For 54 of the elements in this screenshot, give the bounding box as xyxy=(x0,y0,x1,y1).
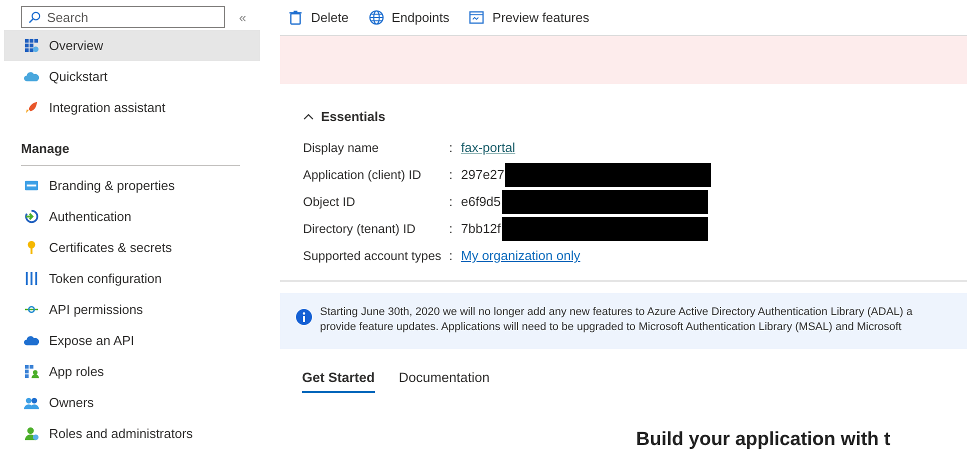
field-label: Object ID xyxy=(303,194,356,208)
essentials-toggle[interactable]: Essentials xyxy=(303,109,386,124)
sign-in-icon xyxy=(24,209,39,224)
id-value: e6f9d5 xyxy=(461,194,501,209)
trash-icon xyxy=(288,10,303,25)
nav-item[interactable]: Expose an API xyxy=(4,325,260,356)
toolbar-button[interactable]: Endpoints xyxy=(360,2,458,32)
globe-icon xyxy=(368,10,384,25)
toolbar-button[interactable]: Delete xyxy=(280,2,357,32)
nav-item[interactable]: Integration assistant xyxy=(4,92,260,123)
field-label: Supported account types xyxy=(303,248,442,262)
search-icon xyxy=(28,11,41,24)
search-field[interactable]: Search xyxy=(21,6,225,28)
nav-item[interactable]: Quickstart xyxy=(4,61,260,92)
separator: : xyxy=(449,194,454,209)
nav-item[interactable]: Branding & properties xyxy=(4,170,260,201)
grid-person-icon xyxy=(24,364,39,379)
card-icon xyxy=(24,178,39,193)
field-label: Display name xyxy=(303,140,380,154)
bars-icon xyxy=(24,271,39,286)
notice-text: Starting June 30th, 2020 we will no longer add any new features to Azure Active Directory Authentication Library (ADAL) a xyxy=(320,305,912,320)
nav-item[interactable]: App roles xyxy=(4,356,260,387)
nav-item[interactable]: Overview xyxy=(4,30,260,61)
section-heading: Manage xyxy=(20,140,70,155)
nav-item[interactable]: Token configuration xyxy=(4,263,260,294)
name-link[interactable]: fax-portal xyxy=(461,140,516,155)
cloud-icon xyxy=(24,333,39,348)
notice-text: provide feature updates. Applications will need to be upgraded to Microsoft Authentication Library (MSAL) and Microsoft xyxy=(320,320,902,335)
separator: : xyxy=(449,167,454,182)
nav-item[interactable]: Certificates & secrets xyxy=(4,232,260,263)
nav-item[interactable]: Roles and administrators xyxy=(4,418,260,449)
grid-icon xyxy=(24,38,39,53)
separator: : xyxy=(449,140,454,155)
cloud-icon xyxy=(24,69,39,84)
info-icon xyxy=(296,309,312,325)
id-value: 297e27 xyxy=(461,167,504,182)
heading: Build your application with t xyxy=(636,429,892,450)
tab[interactable]: Get Started xyxy=(302,366,375,393)
chevron-icon xyxy=(303,113,314,120)
separator: : xyxy=(449,221,454,236)
field-label: Directory (tenant) ID xyxy=(303,222,417,236)
collapse-button[interactable]: « xyxy=(239,10,246,24)
field-label: Application (client) ID xyxy=(303,168,422,182)
tab[interactable]: Documentation xyxy=(398,366,490,393)
person-icon xyxy=(24,426,39,441)
preview-icon xyxy=(469,10,484,25)
toolbar-button[interactable]: Preview features xyxy=(461,2,598,32)
nav-item[interactable]: API permissions xyxy=(4,294,260,325)
separator: : xyxy=(449,248,454,263)
account-types-link[interactable]: My organization only xyxy=(461,248,580,263)
nav-item[interactable]: Authentication xyxy=(4,201,260,232)
people-icon xyxy=(24,395,39,410)
nav-item[interactable]: Owners xyxy=(4,387,260,418)
id-value: 7bb12f xyxy=(461,221,501,236)
